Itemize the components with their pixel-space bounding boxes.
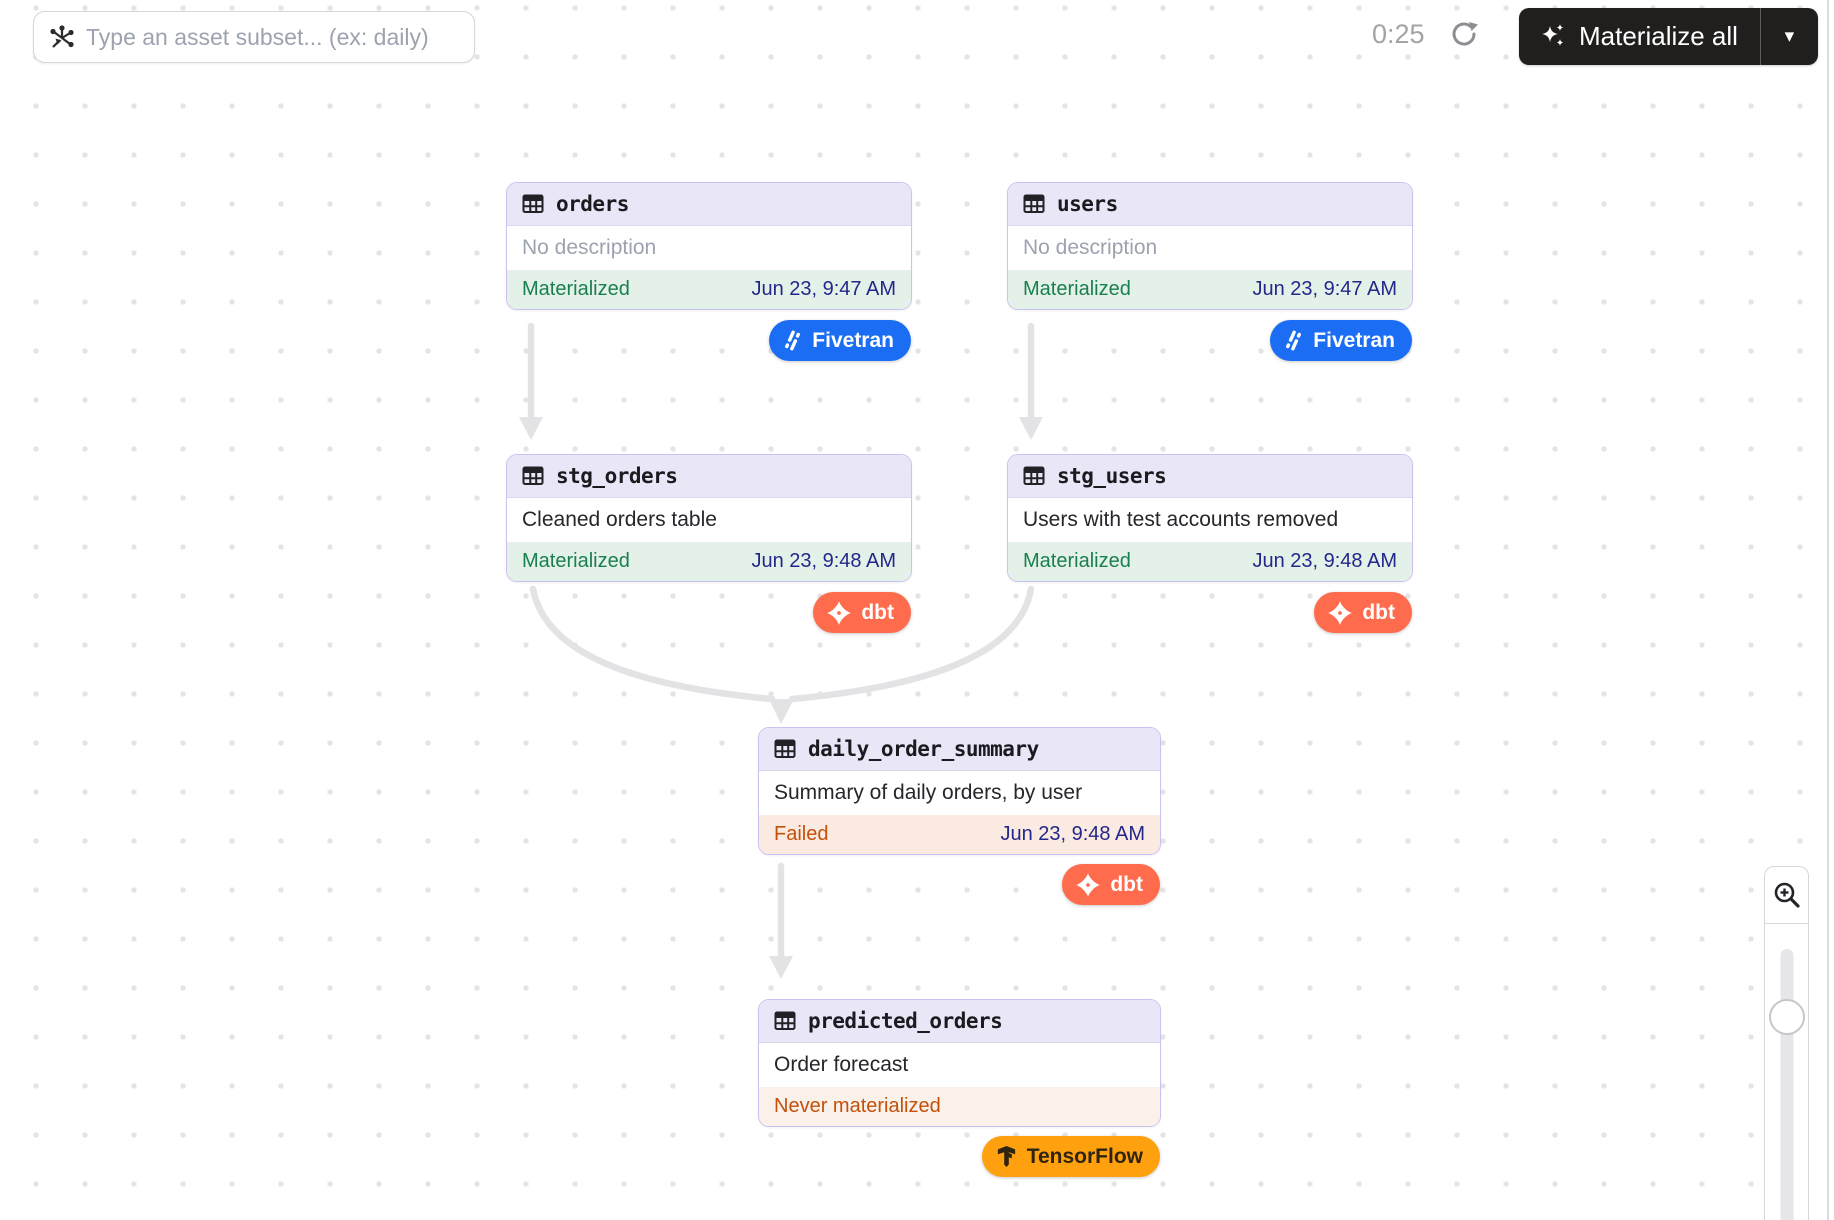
edge-stg-orders-daily — [533, 589, 772, 699]
table-icon — [1022, 464, 1046, 488]
asset-node-stg-users[interactable]: stg_users Users with test accounts remov… — [1007, 454, 1413, 582]
dbt-badge[interactable]: dbt — [1062, 864, 1160, 905]
dbt-icon — [1075, 872, 1101, 898]
badge-label: dbt — [861, 601, 894, 625]
materialization-timestamp: Jun 23, 9:48 AM — [1252, 550, 1397, 573]
table-icon — [773, 737, 797, 761]
search-input[interactable] — [86, 24, 460, 51]
asset-header: orders — [507, 183, 911, 226]
asset-description: Cleaned orders table — [507, 498, 911, 542]
asset-description: Users with test accounts removed — [1008, 498, 1412, 542]
status-badge: Materialized — [1023, 278, 1131, 301]
asset-title: stg_users — [1057, 464, 1166, 488]
materialize-all-label: Materialize all — [1579, 21, 1738, 52]
fivetran-icon — [1283, 330, 1304, 351]
asset-node-users[interactable]: users No description Materialized Jun 23… — [1007, 182, 1413, 310]
asset-graph-icon — [48, 24, 74, 50]
status-badge: Failed — [774, 823, 828, 846]
materialization-timestamp: Jun 23, 9:48 AM — [751, 550, 896, 573]
status-badge: Materialized — [522, 278, 630, 301]
asset-description: No description — [1008, 226, 1412, 270]
zoom-slider-track[interactable] — [1780, 949, 1793, 1220]
asset-title: orders — [556, 192, 629, 216]
refresh-timer: 0:25 — [1372, 19, 1425, 50]
sparkles-icon — [1539, 23, 1567, 51]
asset-status-bar: Materialized Jun 23, 9:47 AM — [507, 270, 911, 309]
asset-node-predicted-orders[interactable]: predicted_orders Order forecast Never ma… — [758, 999, 1161, 1127]
status-badge: Materialized — [522, 550, 630, 573]
dbt-badge[interactable]: dbt — [813, 592, 911, 633]
dbt-icon — [1327, 600, 1353, 626]
asset-title: predicted_orders — [808, 1009, 1002, 1033]
asset-description: No description — [507, 226, 911, 270]
asset-status-bar: Never materialized — [759, 1087, 1160, 1126]
asset-header: daily_order_summary — [759, 728, 1160, 771]
asset-description: Order forecast — [759, 1043, 1160, 1087]
fivetran-badge[interactable]: Fivetran — [769, 320, 911, 361]
table-icon — [521, 192, 545, 216]
materialization-timestamp: Jun 23, 9:47 AM — [751, 278, 896, 301]
table-icon — [1022, 192, 1046, 216]
tensorflow-badge[interactable]: TensorFlow — [982, 1136, 1160, 1177]
asset-node-orders[interactable]: orders No description Materialized Jun 2… — [506, 182, 912, 310]
tensorflow-icon — [995, 1145, 1018, 1168]
asset-status-bar: Materialized Jun 23, 9:47 AM — [1008, 270, 1412, 309]
asset-header: stg_users — [1008, 455, 1412, 498]
asset-title: users — [1057, 192, 1118, 216]
asset-node-daily-order-summary[interactable]: daily_order_summary Summary of daily ord… — [758, 727, 1161, 855]
asset-filter-searchbar[interactable] — [33, 11, 475, 63]
materialization-timestamp: Jun 23, 9:48 AM — [1000, 823, 1145, 846]
refresh-icon[interactable] — [1448, 18, 1480, 50]
zoom-in-icon — [1772, 880, 1802, 910]
asset-node-stg-orders[interactable]: stg_orders Cleaned orders table Material… — [506, 454, 912, 582]
materialize-all-button[interactable]: Materialize all ▾ — [1519, 8, 1818, 65]
fivetran-badge[interactable]: Fivetran — [1270, 320, 1412, 361]
dbt-badge[interactable]: dbt — [1314, 592, 1412, 633]
asset-header: predicted_orders — [759, 1000, 1160, 1043]
badge-label: dbt — [1362, 601, 1395, 625]
badge-label: Fivetran — [1313, 329, 1395, 353]
status-badge: Never materialized — [774, 1095, 941, 1118]
zoom-control — [1764, 866, 1809, 1220]
asset-description: Summary of daily orders, by user — [759, 771, 1160, 815]
table-icon — [773, 1009, 797, 1033]
materialize-dropdown-button[interactable]: ▾ — [1760, 8, 1818, 65]
badge-label: dbt — [1110, 873, 1143, 897]
asset-lineage-canvas[interactable]: 0:25 Materialize all ▾ — [0, 0, 1834, 1220]
table-icon — [521, 464, 545, 488]
asset-status-bar: Materialized Jun 23, 9:48 AM — [507, 542, 911, 581]
asset-header: stg_orders — [507, 455, 911, 498]
badge-label: Fivetran — [812, 329, 894, 353]
asset-header: users — [1008, 183, 1412, 226]
dbt-icon — [826, 600, 852, 626]
zoom-in-button[interactable] — [1765, 867, 1808, 924]
right-panel-edge — [1827, 0, 1829, 1220]
asset-status-bar: Materialized Jun 23, 9:48 AM — [1008, 542, 1412, 581]
asset-title: stg_orders — [556, 464, 677, 488]
status-badge: Materialized — [1023, 550, 1131, 573]
zoom-slider-thumb[interactable] — [1769, 999, 1805, 1035]
fivetran-icon — [782, 330, 803, 351]
materialize-all-main[interactable]: Materialize all — [1519, 8, 1760, 65]
materialization-timestamp: Jun 23, 9:47 AM — [1252, 278, 1397, 301]
asset-status-bar: Failed Jun 23, 9:48 AM — [759, 815, 1160, 854]
badge-label: TensorFlow — [1027, 1145, 1143, 1169]
asset-title: daily_order_summary — [808, 737, 1039, 761]
chevron-down-icon: ▾ — [1785, 25, 1795, 48]
